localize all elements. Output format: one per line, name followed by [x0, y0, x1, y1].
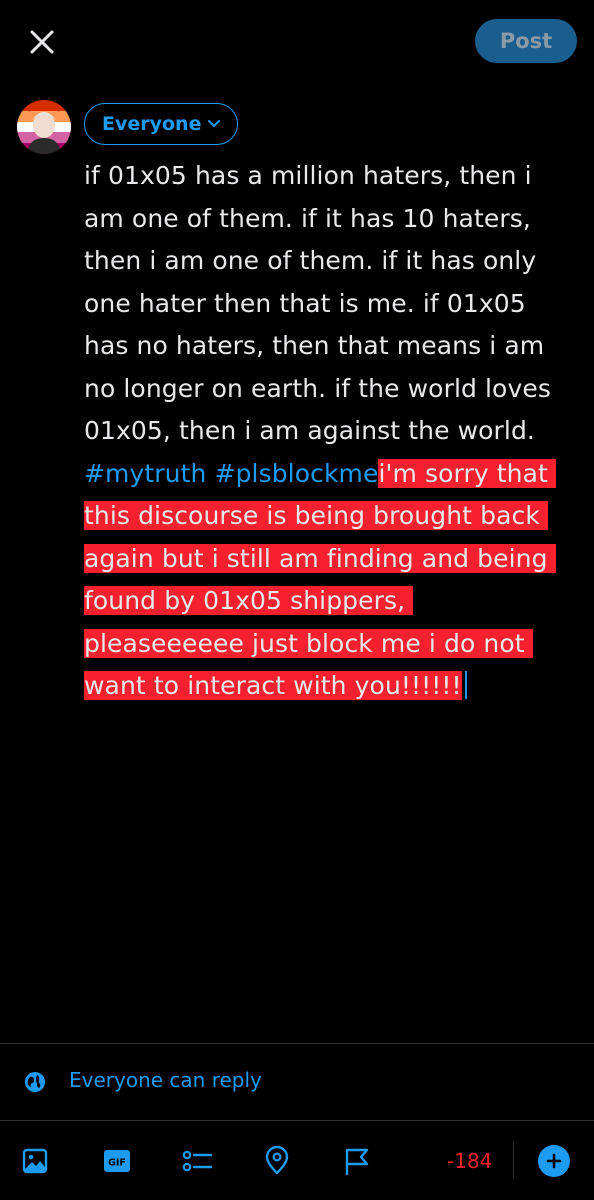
image-icon: [22, 1148, 48, 1174]
hashtag-plsblockme: #plsblockme: [214, 458, 379, 488]
location-button[interactable]: [261, 1145, 293, 1177]
globe-icon: [25, 1072, 45, 1092]
toolbar-separator: [513, 1142, 514, 1178]
compose-toolbar: GIF -184: [0, 1121, 594, 1200]
compose-header: Post: [0, 0, 594, 84]
over-limit-text: i'm sorry that this discourse is being b…: [84, 458, 556, 700]
post-text-area[interactable]: if 01x05 has a million haters, then i am…: [84, 155, 572, 708]
avatar[interactable]: [17, 100, 71, 154]
post-button[interactable]: Post: [475, 19, 577, 63]
chevron-down-icon: [208, 120, 221, 127]
close-icon: [30, 30, 54, 54]
hashtag-mytruth: #mytruth: [84, 458, 207, 488]
close-button[interactable]: [22, 22, 62, 62]
reply-setting-label: Everyone can reply: [69, 1068, 262, 1092]
post-text: if 01x05 has a million haters, then i am…: [84, 161, 559, 445]
poll-button[interactable]: [181, 1145, 213, 1177]
poll-icon: [182, 1150, 213, 1172]
gif-button[interactable]: GIF: [101, 1145, 133, 1177]
add-thread-button[interactable]: [538, 1145, 570, 1177]
avatar-image: [17, 100, 71, 154]
plus-icon: [546, 1153, 562, 1169]
character-counter: -184: [447, 1149, 493, 1173]
audience-label: Everyone: [102, 113, 202, 135]
gif-label: GIF: [108, 1158, 126, 1169]
gif-icon: GIF: [104, 1150, 130, 1172]
text-cursor: [464, 671, 467, 699]
location-icon: [265, 1146, 289, 1175]
media-button[interactable]: [19, 1145, 51, 1177]
flag-icon: [345, 1148, 369, 1176]
audience-selector[interactable]: Everyone: [84, 103, 239, 145]
reply-setting-row[interactable]: Everyone can reply: [0, 1044, 594, 1120]
flag-button[interactable]: [341, 1145, 373, 1177]
